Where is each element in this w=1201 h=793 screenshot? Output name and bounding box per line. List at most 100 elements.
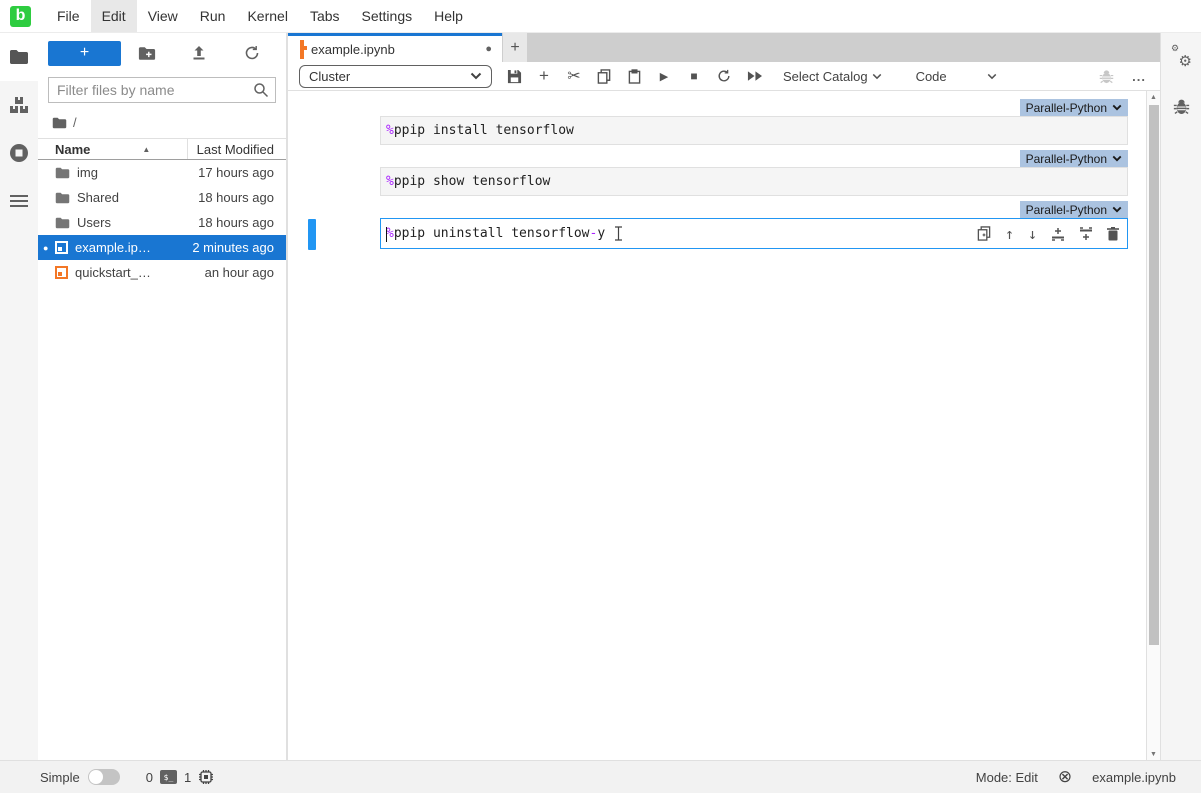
sidebar-tab-file-browser[interactable]: [0, 33, 38, 81]
chevron-down-icon: [1112, 155, 1122, 162]
file-row-img[interactable]: img 17 hours ago: [38, 160, 286, 185]
unsaved-dot-icon: ●: [43, 243, 48, 253]
sidebar-tab-extensions[interactable]: [0, 81, 38, 129]
file-filter: [48, 77, 276, 103]
kernel-chip-icon: [198, 769, 214, 785]
gear-icon: ⚙: [1179, 52, 1192, 70]
notebook-icon: [55, 241, 68, 254]
cell-type-dropdown[interactable]: Code: [916, 69, 947, 84]
tab-example-ipynb[interactable]: example.ipynb ●: [288, 33, 502, 62]
menu-edit[interactable]: Edit: [91, 0, 137, 32]
list-icon: [10, 192, 28, 210]
bug-icon: [1173, 98, 1190, 115]
code-cell-2: Parallel-Python %ppip show tensorflow: [288, 150, 1128, 196]
notebook-icon: [55, 266, 68, 279]
more-commands-icon[interactable]: ...: [1132, 69, 1146, 84]
scroll-down-icon[interactable]: ▼: [1150, 748, 1157, 760]
cell-editor[interactable]: %ppip install tensorflow: [380, 116, 1128, 145]
column-header-last-modified[interactable]: Last Modified: [188, 142, 286, 157]
move-cell-down-button[interactable]: ↓: [1028, 225, 1037, 243]
duplicate-cell-button[interactable]: [977, 226, 991, 241]
sort-ascending-icon: ▲: [142, 145, 150, 154]
delete-cell-button[interactable]: [1107, 227, 1119, 241]
left-activity-bar: [0, 33, 38, 760]
paste-cells-button[interactable]: [619, 69, 649, 84]
notebook-content: Parallel-Python %ppip install tensorflow…: [288, 91, 1146, 760]
upload-button[interactable]: [173, 45, 225, 61]
filter-files-input[interactable]: [48, 77, 276, 103]
status-bar: Simple 0 $_ 1 Mode: Edit ⊗ example.ipynb: [0, 760, 1201, 793]
file-row-shared[interactable]: Shared 18 hours ago: [38, 185, 286, 210]
move-cell-up-button[interactable]: ↑: [1005, 225, 1014, 243]
notebook-scrollbar[interactable]: ▲ ▼: [1146, 91, 1160, 760]
notebook-icon: [300, 42, 304, 57]
cell-kernel-dropdown[interactable]: Parallel-Python: [1020, 150, 1128, 167]
copy-cells-button[interactable]: [589, 69, 619, 84]
search-icon: [253, 82, 269, 98]
menu-help[interactable]: Help: [423, 0, 474, 32]
sidebar-tab-running-sessions[interactable]: [0, 129, 38, 177]
running-sessions-status[interactable]: 0 $_ 1: [146, 769, 214, 785]
new-folder-button[interactable]: [121, 46, 173, 61]
restart-run-all-button[interactable]: [739, 71, 769, 81]
chevron-down-icon: [1112, 104, 1122, 111]
refresh-button[interactable]: [226, 45, 278, 61]
new-launcher-button[interactable]: +: [48, 41, 121, 66]
debugger-icon[interactable]: [1099, 69, 1114, 84]
menu-file[interactable]: File: [46, 0, 91, 32]
menubar: b File Edit View Run Kernel Tabs Setting…: [0, 0, 1201, 33]
app-logo: b: [10, 6, 31, 27]
menu-kernel[interactable]: Kernel: [236, 0, 298, 32]
scrollbar-thumb[interactable]: [1149, 105, 1159, 645]
restart-kernel-button[interactable]: [709, 69, 739, 83]
sidebar-tab-property-inspector[interactable]: ⚙ ⚙: [1170, 46, 1192, 68]
kernel-count: 1: [184, 770, 191, 785]
gear-icon: ⚙: [1171, 43, 1179, 54]
select-catalog-dropdown[interactable]: Select Catalog: [783, 69, 868, 84]
breadcrumb[interactable]: /: [38, 109, 286, 138]
file-browser-toolbar: +: [38, 33, 286, 73]
file-row-users[interactable]: Users 18 hours ago: [38, 210, 286, 235]
code-cell-1: Parallel-Python %ppip install tensorflow: [288, 99, 1128, 145]
menu-tabs[interactable]: Tabs: [299, 0, 351, 32]
cell-kernel-dropdown[interactable]: Parallel-Python: [1020, 201, 1128, 218]
notebook-panel: example.ipynb ● + Cluster + ✂: [288, 33, 1160, 760]
file-row-quickstart-notebook[interactable]: quickstart_… an hour ago: [38, 260, 286, 285]
simple-mode-toggle[interactable]: [88, 769, 120, 785]
menu-settings[interactable]: Settings: [351, 0, 424, 32]
cell-collapser[interactable]: [308, 219, 316, 250]
simple-mode-label: Simple: [40, 770, 80, 785]
not-trusted-icon[interactable]: ⊗: [1058, 767, 1072, 787]
menu-view[interactable]: View: [137, 0, 189, 32]
jupyterlab-app: b File Edit View Run Kernel Tabs Setting…: [0, 0, 1201, 793]
cell-editor[interactable]: %ppip show tensorflow: [380, 167, 1128, 196]
stop-kernel-button[interactable]: ■: [679, 69, 709, 83]
insert-cell-above-button[interactable]: [1051, 227, 1065, 241]
menu-run[interactable]: Run: [189, 0, 237, 32]
breadcrumb-home-icon: [52, 117, 67, 129]
cut-cells-button[interactable]: ✂: [559, 66, 589, 86]
chevron-down-icon: [470, 72, 482, 80]
file-row-example-notebook[interactable]: ● example.ip… 2 minutes ago: [38, 235, 286, 260]
chevron-down-icon[interactable]: [872, 73, 882, 80]
cell-toolbar: ↑ ↓: [977, 219, 1119, 248]
new-tab-button[interactable]: +: [503, 33, 527, 62]
code-cell-3-active: Parallel-Python %ppip uninstall tensorfl…: [288, 201, 1128, 249]
cell-editor-active[interactable]: %ppip uninstall tensorflow -y ↑ ↓: [380, 218, 1128, 249]
insert-cell-button[interactable]: +: [529, 66, 559, 86]
insert-cell-below-button[interactable]: [1079, 227, 1093, 241]
sidebar-tab-table-of-contents[interactable]: [0, 177, 38, 225]
packages-icon: [9, 95, 29, 115]
tab-bar: example.ipynb ● +: [288, 33, 1160, 62]
sidebar-tab-debugger[interactable]: [1173, 98, 1190, 115]
text-cursor: [386, 227, 387, 242]
statusbar-filename: example.ipynb: [1092, 770, 1176, 785]
chevron-down-icon[interactable]: [987, 73, 997, 80]
scroll-up-icon[interactable]: ▲: [1150, 91, 1157, 103]
unsaved-dot-icon: ●: [485, 43, 492, 55]
cell-kernel-dropdown[interactable]: Parallel-Python: [1020, 99, 1128, 116]
cluster-dropdown[interactable]: Cluster: [299, 65, 492, 88]
run-cell-button[interactable]: ▶: [649, 70, 679, 83]
column-header-name[interactable]: Name ▲: [38, 139, 188, 159]
save-button[interactable]: [499, 69, 529, 84]
